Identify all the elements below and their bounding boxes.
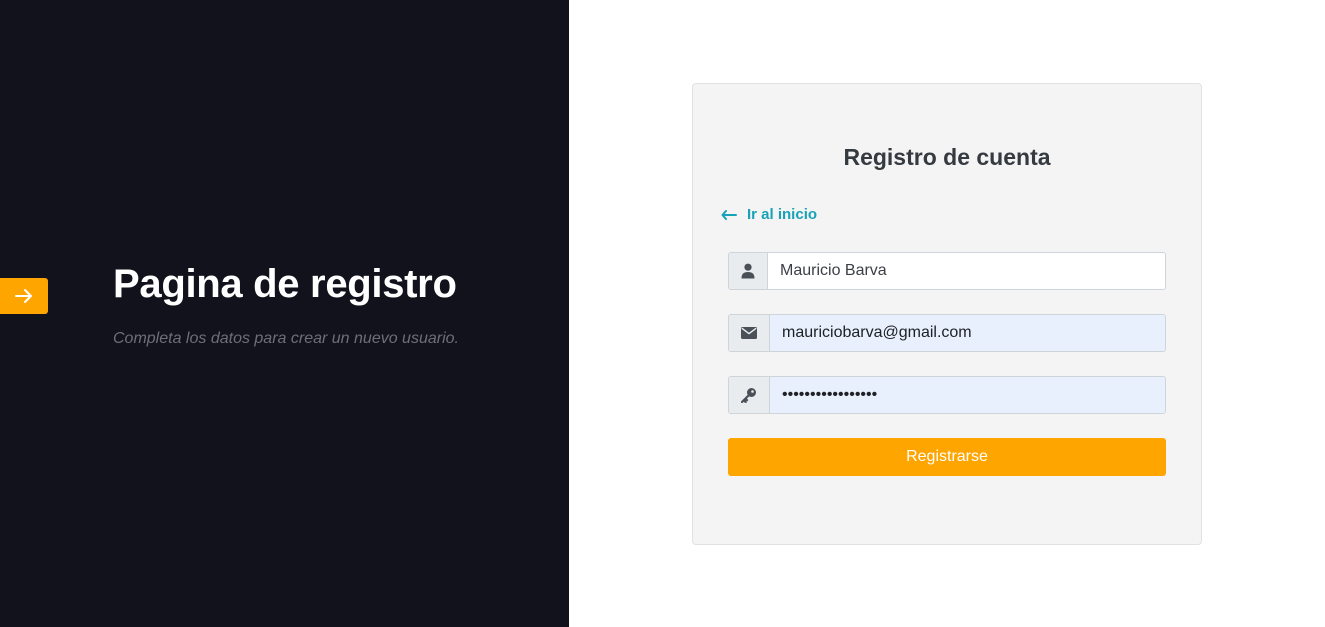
name-input-group: [728, 252, 1166, 290]
back-to-home-link[interactable]: Ir al inicio: [721, 206, 817, 223]
arrow-left-icon: [721, 209, 737, 220]
email-prefix: [729, 315, 770, 351]
password-input-group: [728, 376, 1166, 414]
user-icon: [741, 263, 755, 279]
back-link-label: Ir al inicio: [747, 206, 818, 223]
form-title: Registro de cuenta: [843, 144, 1051, 170]
email-input[interactable]: [770, 315, 1165, 351]
email-input-group: [728, 314, 1166, 352]
envelope-icon: [741, 327, 757, 339]
name-input[interactable]: [768, 253, 1165, 289]
name-prefix: [729, 253, 768, 289]
page-subtitle: Completa los datos para crear un nuevo u…: [113, 330, 459, 347]
page-title: Pagina de registro: [113, 262, 457, 306]
register-button[interactable]: Registrarse: [728, 438, 1166, 476]
arrow-right-icon: [15, 289, 32, 303]
hero-panel: Pagina de registro Completa los datos pa…: [0, 0, 569, 627]
register-card: Registro de cuenta Ir al inicio Mauricio…: [692, 83, 1202, 545]
password-input[interactable]: [770, 377, 1165, 413]
sidebar-toggle-button[interactable]: [0, 278, 48, 314]
key-icon: [741, 388, 756, 403]
password-prefix: [729, 377, 770, 413]
